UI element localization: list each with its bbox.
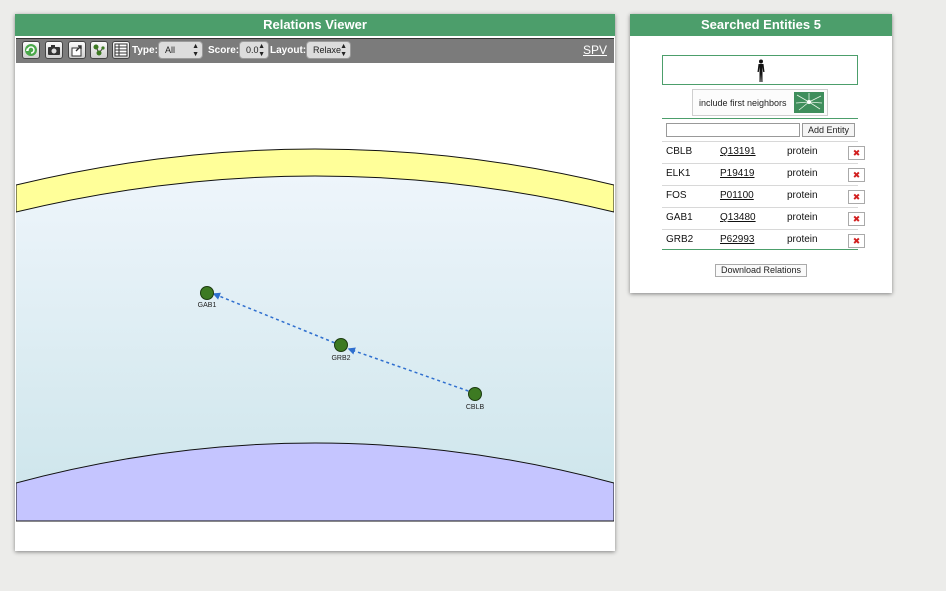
type-select-value: All (165, 45, 176, 55)
entity-row: FOS P01100 protein ✖ (662, 185, 865, 207)
close-icon: ✖ (852, 236, 861, 246)
entity-type: protein (787, 212, 818, 223)
entity-accession-link[interactable]: Q13191 (720, 146, 756, 157)
entity-name: ELK1 (666, 168, 691, 179)
entity-accession-link[interactable]: Q13480 (720, 212, 756, 223)
select-arrows-icon: ▲ ▼ (192, 43, 199, 58)
node-label: GRB2 (331, 355, 350, 362)
entity-name: FOS (666, 190, 687, 201)
entity-row: ELK1 P19419 protein ✖ (662, 163, 865, 185)
type-label: Type: (132, 45, 158, 56)
refresh-icon (25, 44, 37, 56)
score-select-value: 0.0 (246, 45, 259, 55)
close-icon: ✖ (852, 192, 861, 202)
close-icon: ✖ (852, 214, 861, 224)
entity-type: protein (787, 234, 818, 245)
network-button[interactable] (90, 41, 108, 59)
refresh-button[interactable] (22, 41, 40, 59)
entity-name: CBLB (666, 146, 693, 157)
delete-entity-button[interactable]: ✖ (848, 146, 865, 160)
spv-link[interactable]: SPV (583, 43, 607, 57)
close-icon: ✖ (852, 170, 861, 180)
cytoplasm-region (16, 176, 614, 483)
include-neighbors-toggle[interactable]: include first neighbors (692, 89, 828, 116)
select-arrows-icon: ▲ ▼ (340, 43, 347, 58)
close-icon: ✖ (852, 148, 861, 158)
delete-entity-button[interactable]: ✖ (848, 234, 865, 248)
type-select[interactable]: All ▲ ▼ (158, 41, 203, 59)
human-body-icon (757, 59, 765, 82)
entity-search-input[interactable] (666, 123, 800, 137)
entity-accession-link[interactable]: P62993 (720, 234, 754, 245)
entity-accession-link[interactable]: P01100 (720, 190, 754, 201)
table-icon (114, 43, 128, 57)
export-button[interactable] (68, 41, 86, 59)
score-label: Score: (208, 45, 240, 56)
camera-icon (48, 45, 60, 55)
entity-row: GRB2 P62993 protein ✖ (662, 229, 865, 251)
entity-name: GAB1 (666, 212, 693, 223)
layout-select[interactable]: Relaxe ▲ ▼ (306, 41, 351, 59)
entity-row: GAB1 Q13480 protein ✖ (662, 207, 865, 229)
searched-entities-panel: Searched Entities 5 include first neighb… (630, 14, 892, 293)
network-neighbors-icon (794, 92, 824, 113)
layout-select-value: Relaxe (313, 45, 342, 55)
export-icon (71, 45, 82, 57)
entity-type: protein (787, 146, 818, 157)
entity-accession-link[interactable]: P19419 (720, 168, 754, 179)
body-map-box[interactable] (662, 55, 858, 85)
node-label: GAB1 (198, 302, 217, 309)
delete-entity-button[interactable]: ✖ (848, 168, 865, 182)
table-view-button[interactable] (112, 41, 130, 59)
node-label: CBLB (466, 404, 485, 411)
delete-entity-button[interactable]: ✖ (848, 212, 865, 226)
download-relations-button[interactable]: Download Relations (715, 264, 807, 277)
layout-label: Layout: (270, 45, 307, 56)
divider (662, 118, 858, 119)
viewer-toolbar: Type: All ▲ ▼ Score: 0.0 ▲ ▼ Layout: Relax… (16, 38, 614, 63)
score-select[interactable]: 0.0 ▲ ▼ (239, 41, 269, 59)
entity-type: protein (787, 190, 818, 201)
entity-type: protein (787, 168, 818, 179)
entity-row: CBLB Q13191 protein ✖ (662, 141, 865, 163)
network-icon (93, 44, 105, 56)
divider (662, 249, 858, 250)
select-arrows-icon: ▲ ▼ (258, 43, 265, 58)
relations-viewer-panel: Relations Viewer Type: All ▲ ▼ Score: 0.… (15, 14, 615, 551)
include-neighbors-label: include first neighbors (699, 98, 787, 108)
entity-name: GRB2 (666, 234, 694, 245)
searched-entities-title: Searched Entities 5 (630, 14, 892, 36)
delete-entity-button[interactable]: ✖ (848, 190, 865, 204)
relations-graph[interactable]: GAB1 GRB2 CBLB (16, 63, 614, 550)
add-entity-button[interactable]: Add Entity (802, 123, 855, 137)
snapshot-button[interactable] (45, 41, 63, 59)
relations-viewer-title: Relations Viewer (15, 14, 615, 36)
